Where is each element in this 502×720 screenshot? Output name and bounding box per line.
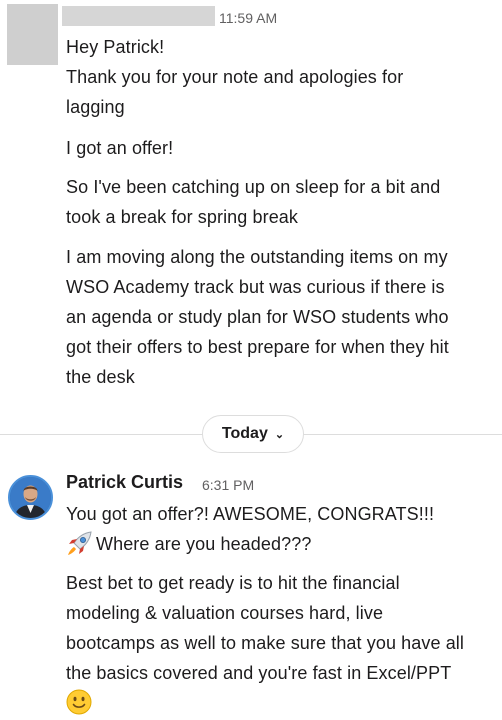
message-line: the basics covered and you're fast in Ex… <box>66 663 452 683</box>
message-line: I got an offer! <box>66 138 174 158</box>
message-line: took a break for spring break <box>66 207 299 227</box>
message-line: You got an offer?! AWESOME, CONGRATS!!! <box>66 504 435 524</box>
message-line: modeling & valuation courses hard, live <box>66 603 384 623</box>
message-line: Thank you for your note and apologies fo… <box>66 67 404 87</box>
message-line: I am moving along the outstanding items … <box>66 247 448 267</box>
message-timestamp[interactable]: 11:59 AM <box>219 10 277 26</box>
message-timestamp[interactable]: 6:31 PM <box>202 477 254 493</box>
rocket-icon <box>68 531 92 555</box>
avatar[interactable] <box>8 475 53 520</box>
message-line: Best bet to get ready is to hit the fina… <box>66 573 400 593</box>
message-line: lagging <box>66 97 125 117</box>
slightly-smiling-face-icon <box>66 689 92 715</box>
avatar-redacted[interactable] <box>7 4 58 65</box>
message-line: an agenda or study plan for WSO students… <box>66 307 449 327</box>
sender-name-redacted[interactable] <box>62 6 215 26</box>
message-line: WSO Academy track but was curious if the… <box>66 277 445 297</box>
sender-name[interactable]: Patrick Curtis <box>66 472 183 493</box>
chevron-down-icon: ⌄ <box>274 428 285 441</box>
date-divider-label: Today <box>221 425 268 442</box>
message-line: So I've been catching up on sleep for a … <box>66 177 441 197</box>
message-line: the desk <box>66 367 135 387</box>
message-line: Hey Patrick! <box>66 37 165 57</box>
message-line: bootcamps as well to make sure that you … <box>66 633 465 653</box>
person-photo-icon <box>10 477 51 518</box>
date-divider-button[interactable]: Today ⌄ <box>202 415 304 453</box>
message-line: got their offers to best prepare for whe… <box>66 337 449 357</box>
message-line: Where are you headed??? <box>96 534 312 554</box>
